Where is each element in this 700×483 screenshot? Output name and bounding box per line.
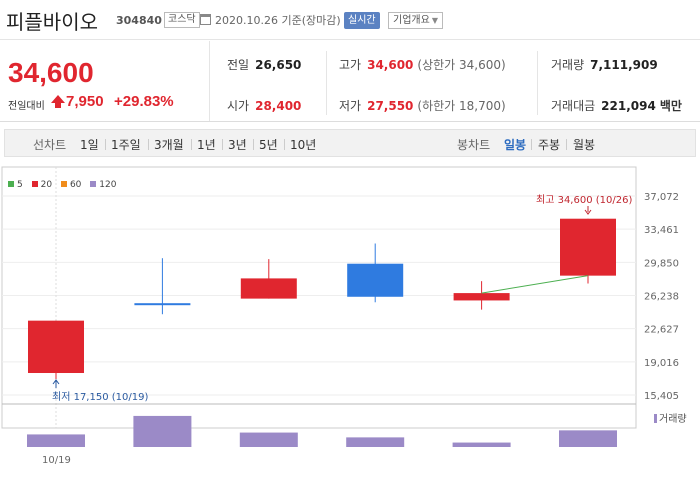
high-annotation: 최고 34,600 (10/26) — [536, 194, 632, 206]
volume-bar — [452, 442, 511, 447]
y-tick-label: 29,850 — [644, 258, 679, 269]
y-tick-label: 37,072 — [644, 192, 679, 203]
chart-frame — [1, 166, 637, 429]
volume-bar — [559, 430, 617, 447]
volume-bar — [133, 415, 192, 447]
y-tick-label: 26,238 — [644, 292, 679, 303]
candle-body — [134, 303, 191, 306]
volume-bar — [27, 434, 85, 447]
volume-bar — [239, 432, 298, 447]
candlestick-chart: 37,072 33,461 29,850 26,238 22,627 19,016 15,4… — [1, 166, 679, 466]
y-tick-label: 33,461 — [644, 225, 679, 236]
candle-body — [240, 278, 297, 299]
candle-body — [28, 320, 84, 374]
volume-bar — [346, 437, 405, 447]
y-tick-label: 22,627 — [644, 325, 679, 336]
candle-body — [453, 293, 510, 301]
y-tick-label: 15,405 — [644, 391, 679, 402]
x-axis-label: 10/19 — [42, 455, 71, 466]
y-tick-label: 19,016 — [644, 358, 679, 369]
low-annotation: 최저 17,150 (10/19) — [52, 391, 148, 403]
candle-body — [560, 218, 616, 276]
ma5-line — [481, 275, 589, 294]
candle-body — [347, 263, 404, 297]
